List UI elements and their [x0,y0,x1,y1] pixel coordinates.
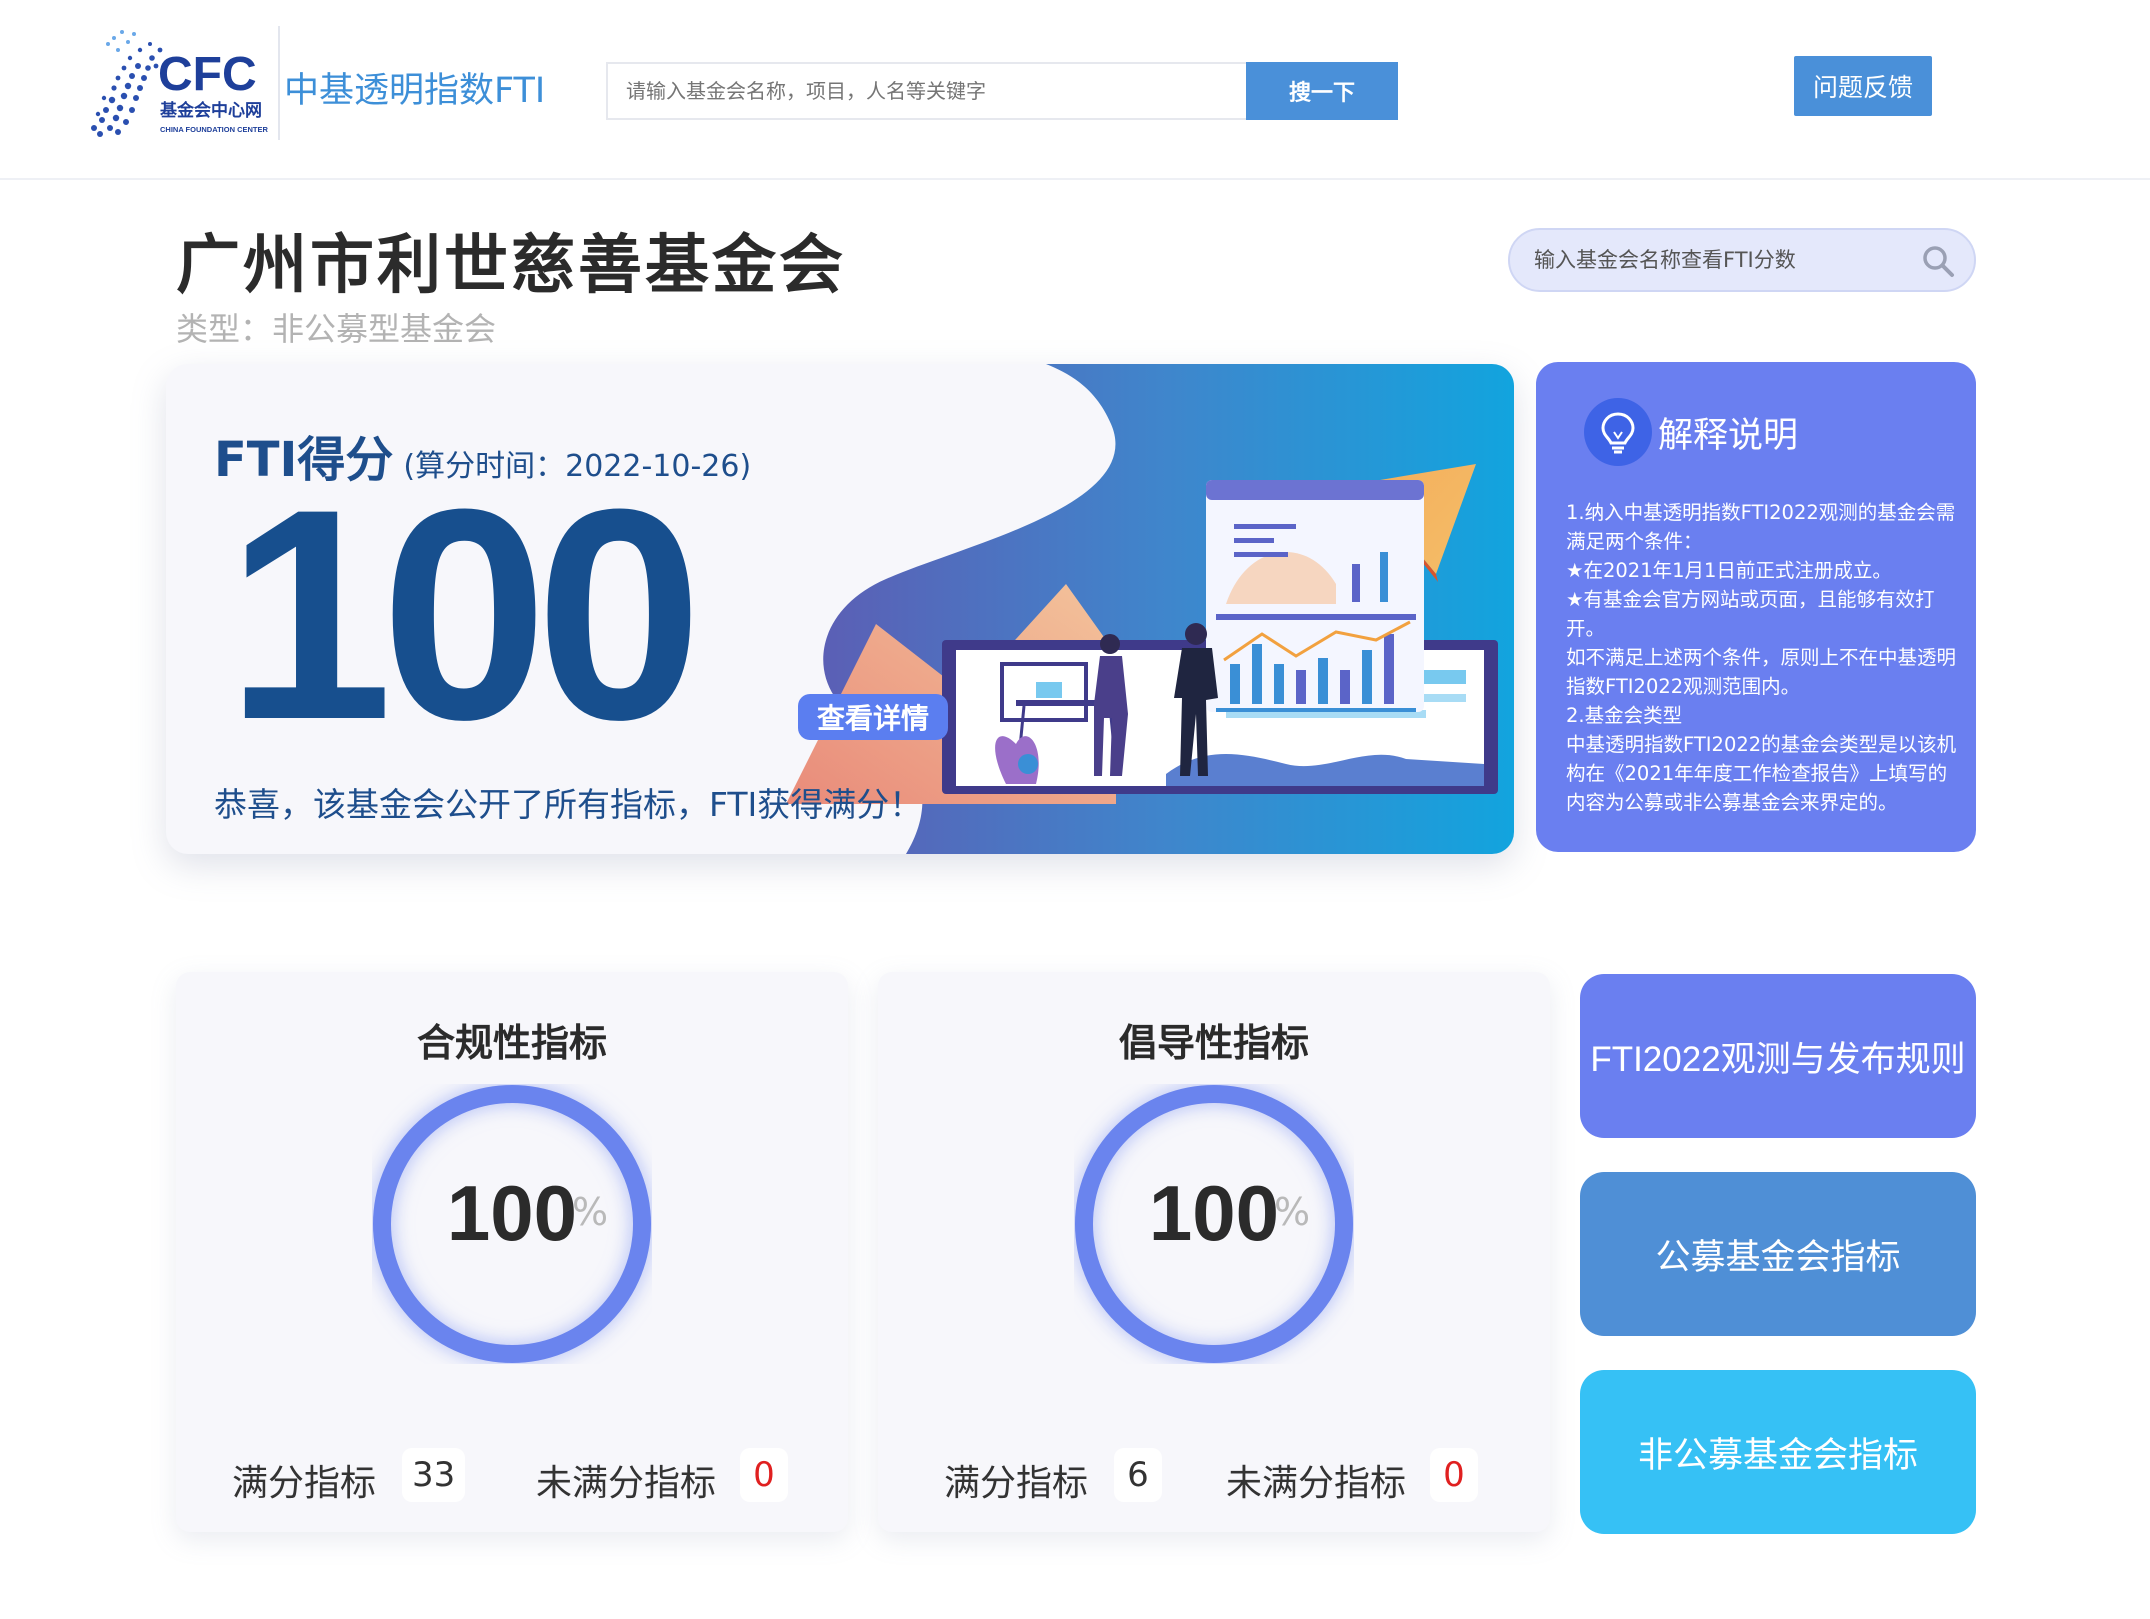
cfc-logo[interactable]: CFC 基金会中心网 CHINA FOUNDATION CENTER [84,24,280,142]
foundation-name: 广州市利世慈善基金会 [176,229,846,303]
explanation-title: 解释说明 [1658,415,1799,456]
indicator-title: 合规性指标 [416,1021,607,1065]
feedback-button[interactable]: 问题反馈 [1794,56,1932,116]
svg-text:CFC: CFC [158,48,257,101]
svg-text:基金会中心网: 基金会中心网 [159,100,262,121]
advocacy-indicator-card: 倡导性指标 100 % 满分指标 6 未满分指标 0 [878,972,1550,1532]
logo-divider [278,26,280,140]
indicator-percent: 100 [446,1169,578,1257]
explanation-text: 1.纳入中基透明指数FTI2022观测的基金会需满足两个条件： ★在2021年1… [1566,498,1958,817]
site-name[interactable]: 中基透明指数FTI [284,62,545,113]
fti-score-card: FTI得分 (算分时间：2022-10-26) 100 恭喜，该基金会公开了所有指… [166,364,1514,854]
explanation-line: 2.基金会类型 [1566,704,1683,727]
fti-rules-button[interactable]: FTI2022观测与发布规则 [1580,974,1976,1138]
full-score-count: 33 [402,1448,466,1502]
not-full-score-label: 未满分指标 [536,1463,717,1504]
view-details-button[interactable]: 查看详情 [798,694,948,740]
public-foundation-indicators-button[interactable]: 公募基金会指标 [1580,1172,1976,1336]
indicator-percent: 100 [1148,1169,1280,1257]
explanation-line: 如不满足上述两个条件，原则上不在中基透明指数FTI2022观测范围内。 [1566,646,1957,698]
explanation-header: 解释说明 [1584,398,1798,466]
fti-search-input[interactable] [1534,248,1914,272]
score-value: 100 [226,446,703,782]
not-full-score-count: 0 [740,1448,788,1502]
not-full-score-count: 0 [1430,1448,1478,1502]
explanation-panel: 解释说明 1.纳入中基透明指数FTI2022观测的基金会需满足两个条件： ★在2… [1536,362,1976,852]
cfc-logo-mark: CFC 基金会中心网 CHINA FOUNDATION CENTER [91,30,268,137]
foundation-type: 类型：非公募型基金会 [176,310,497,348]
svg-text:CHINA FOUNDATION CENTER: CHINA FOUNDATION CENTER [160,125,268,134]
percent-unit: % [572,1190,609,1234]
indicator-title: 倡导性指标 [1118,1021,1309,1065]
explanation-line: ★在2021年1月1日前正式注册成立。 [1566,559,1892,582]
full-score-label: 满分指标 [232,1463,377,1504]
global-search-input[interactable] [606,62,1248,120]
non-public-foundation-indicators-button[interactable]: 非公募基金会指标 [1580,1370,1976,1534]
lightbulb-icon [1584,398,1652,466]
percent-unit: % [1274,1190,1311,1234]
explanation-line: 1.纳入中基透明指数FTI2022观测的基金会需满足两个条件： [1566,501,1956,553]
explanation-line: ★有基金会官方网站或页面，且能够有效打开。 [1566,588,1935,640]
search-button[interactable]: 搜一下 [1246,62,1398,120]
score-message: 恭喜，该基金会公开了所有指标，FTI获得满分！ [214,785,923,824]
full-score-label: 满分指标 [944,1463,1089,1504]
top-header: CFC 基金会中心网 CHINA FOUNDATION CENTER 中基透明指… [0,0,2150,180]
not-full-score-label: 未满分指标 [1226,1463,1407,1504]
compliance-indicator-card: 合规性指标 100 % 满分指标 33 未满分指标 0 [176,972,848,1532]
explanation-line: 中基透明指数FTI2022的基金会类型是以该机构在《2021年年度工作检查报告》… [1566,733,1957,814]
search-icon[interactable] [1920,243,1956,279]
full-score-count: 6 [1114,1448,1162,1502]
fti-search-box [1508,228,1976,292]
